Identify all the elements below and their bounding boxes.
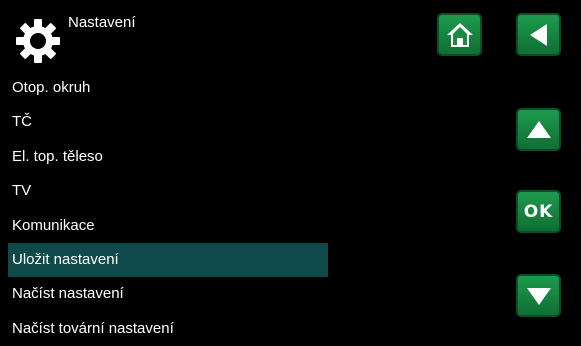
menu-item-otop-okruh[interactable]: Otop. okruh: [8, 71, 338, 105]
ok-label: OK: [523, 201, 554, 222]
down-button[interactable]: [516, 274, 561, 317]
menu-item-el-top-teleso[interactable]: El. top. těleso: [8, 140, 338, 174]
menu-item-nacist-nastaveni[interactable]: Načíst nastavení: [8, 277, 338, 311]
menu-item-tv[interactable]: TV: [8, 174, 338, 208]
page-title: Nastavení: [68, 14, 136, 31]
menu-item-ulozit-nastaveni[interactable]: Uložit nastavení: [8, 242, 328, 278]
gear-icon: [16, 19, 60, 63]
menu-item-nacist-tovarni-nastaveni[interactable]: Načíst tovární nastavení: [8, 312, 338, 346]
settings-menu: Otop. okruh TČ El. top. těleso TV Komuni…: [8, 71, 338, 346]
arrow-down-icon: [526, 287, 551, 305]
ok-button[interactable]: OK: [516, 190, 561, 233]
back-arrow-icon: [529, 23, 547, 46]
menu-item-komunikace[interactable]: Komunikace: [8, 209, 338, 243]
home-button[interactable]: [437, 13, 482, 56]
up-button[interactable]: [516, 108, 561, 151]
menu-item-tc[interactable]: TČ: [8, 105, 338, 139]
arrow-up-icon: [526, 120, 551, 138]
home-icon: [446, 22, 473, 47]
header: Nastavení: [0, 0, 581, 70]
back-button[interactable]: [516, 13, 561, 56]
